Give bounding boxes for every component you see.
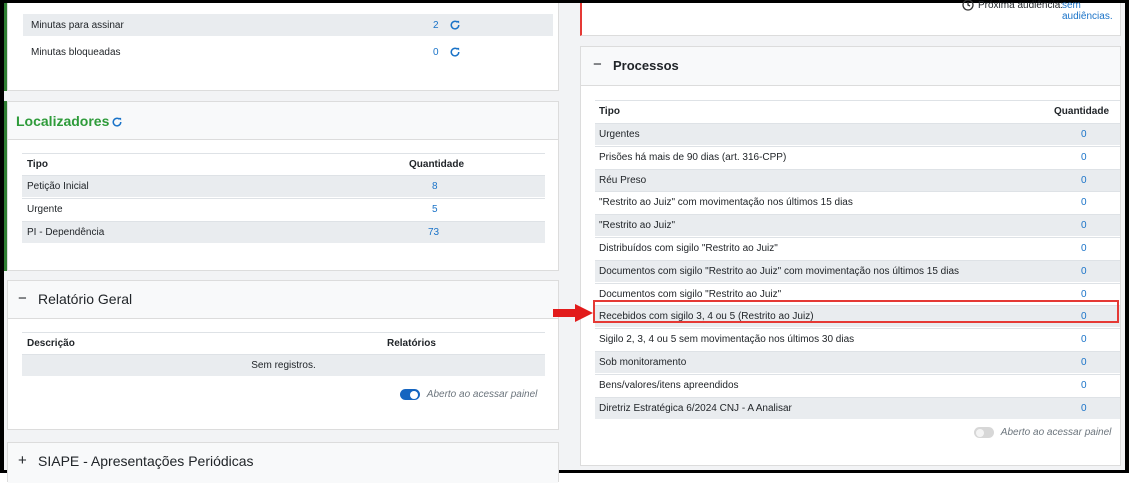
row-qtd[interactable]: 0 bbox=[1081, 289, 1087, 300]
row-qtd[interactable]: 0 bbox=[1081, 243, 1087, 254]
row-tipo: Urgente bbox=[27, 204, 63, 215]
table-row[interactable]: Bens/valores/itens apreendidos 0 bbox=[595, 373, 1120, 396]
col-quantidade: Quantidade bbox=[409, 159, 465, 170]
row-tipo: Documentos com sigilo "Restrito ao Juiz"… bbox=[599, 265, 960, 277]
collapse-icon[interactable]: − bbox=[593, 56, 602, 73]
table-row[interactable]: Urgentes 0 bbox=[595, 123, 1120, 145]
relatorio-title[interactable]: Relatório Geral bbox=[38, 291, 132, 307]
empty-row: Sem registros. bbox=[22, 354, 545, 376]
row-tipo: PI - Dependência bbox=[27, 227, 105, 238]
row-tipo: Diretriz Estratégica 6/2024 CNJ - A Anal… bbox=[599, 402, 792, 414]
row-qtd[interactable]: 0 bbox=[1081, 152, 1087, 163]
row-tipo: Sob monitoramento bbox=[599, 357, 687, 368]
siape-header[interactable]: + SIAPE - Apresentações Periódicas bbox=[8, 443, 558, 483]
table-row[interactable]: Sob monitoramento 0 bbox=[595, 351, 1120, 373]
row-tipo: Documentos com sigilo "Restrito ao Juiz" bbox=[599, 288, 782, 300]
minutas-card: Minutas para assinar 2 Minutas bloqueada… bbox=[7, 3, 559, 91]
row-tipo: Réu Preso bbox=[599, 174, 647, 186]
aberto-label: Aberto ao acessar painel bbox=[426, 389, 538, 401]
siape-card: + SIAPE - Apresentações Periódicas bbox=[7, 442, 559, 483]
localizadores-title[interactable]: Localizadores bbox=[16, 113, 109, 129]
table-row[interactable]: Urgente 5 bbox=[22, 198, 545, 220]
col-descricao: Descrição bbox=[27, 338, 75, 349]
toggle-switch[interactable] bbox=[974, 427, 994, 438]
refresh-icon[interactable] bbox=[449, 46, 461, 58]
siape-title[interactable]: SIAPE - Apresentações Periódicas bbox=[38, 453, 254, 469]
processos-table-header: Tipo Quantidade bbox=[595, 100, 1120, 122]
minutas-row-assinar[interactable]: Minutas para assinar 2 bbox=[23, 14, 553, 36]
row-qtd[interactable]: 0 bbox=[1081, 175, 1087, 186]
row-tipo: Petição Inicial bbox=[27, 181, 89, 192]
table-row[interactable]: Documentos com sigilo "Restrito ao Juiz"… bbox=[595, 259, 1120, 282]
minutas-label: Minutas bloqueadas bbox=[31, 46, 121, 58]
row-qtd[interactable]: 0 bbox=[1081, 357, 1087, 368]
row-qtd[interactable]: 0 bbox=[1081, 220, 1087, 231]
table-row[interactable]: Sigilo 2, 3, 4 ou 5 sem movimentação nos… bbox=[595, 328, 1120, 350]
row-tipo: "Restrito ao Juiz" bbox=[599, 220, 676, 232]
arrow-right-icon bbox=[553, 304, 593, 322]
aberto-toggle-row[interactable]: Aberto ao acessar painel bbox=[400, 389, 550, 403]
table-row[interactable]: Réu Preso 0 bbox=[595, 168, 1120, 191]
row-qtd[interactable]: 0 bbox=[1081, 266, 1087, 277]
localizadores-table-header: Tipo Quantidade bbox=[22, 153, 545, 175]
row-tipo: Prisões há mais de 90 dias (art. 316-CPP… bbox=[599, 151, 787, 163]
row-qtd[interactable]: 0 bbox=[1081, 403, 1087, 414]
minutas-row-bloqueadas[interactable]: Minutas bloqueadas 0 bbox=[23, 41, 553, 63]
row-qtd[interactable]: 73 bbox=[428, 227, 439, 238]
minutas-accent bbox=[4, 3, 7, 91]
audiencia-value[interactable]: sem audiências. bbox=[1062, 0, 1120, 22]
minutas-label: Minutas para assinar bbox=[31, 19, 124, 31]
col-tipo: Tipo bbox=[599, 106, 620, 117]
row-qtd[interactable]: 0 bbox=[1081, 197, 1087, 208]
processos-card: − Processos Tipo Quantidade Urgentes 0 Pri… bbox=[580, 46, 1121, 466]
row-qtd[interactable]: 0 bbox=[1081, 380, 1087, 391]
refresh-icon[interactable] bbox=[111, 116, 123, 128]
expand-icon[interactable]: + bbox=[18, 452, 27, 469]
row-qtd[interactable]: 8 bbox=[432, 181, 438, 192]
relatorio-card: − Relatório Geral Descrição Relatórios S… bbox=[7, 280, 559, 430]
aberto-label: Aberto ao acessar painel bbox=[1000, 427, 1112, 439]
minutas-count[interactable]: 0 bbox=[433, 47, 439, 58]
row-tipo: "Restrito ao Juiz" com movimentação nos … bbox=[599, 197, 853, 209]
refresh-icon[interactable] bbox=[449, 19, 461, 31]
relatorio-table-header: Descrição Relatórios bbox=[22, 332, 545, 354]
toggle-switch[interactable] bbox=[400, 389, 420, 400]
row-qtd[interactable]: 0 bbox=[1081, 129, 1087, 140]
localizadores-card: Localizadores Tipo Quantidade Petição In… bbox=[7, 101, 559, 271]
aberto-toggle-row[interactable]: Aberto ao acessar painel bbox=[974, 427, 1124, 441]
processos-header[interactable]: − Processos bbox=[581, 47, 1120, 86]
table-row[interactable]: Petição Inicial 8 bbox=[22, 175, 545, 197]
row-tipo: Bens/valores/itens apreendidos bbox=[599, 379, 739, 391]
highlight-box bbox=[593, 300, 1119, 323]
col-tipo: Tipo bbox=[27, 159, 48, 170]
table-row[interactable]: "Restrito ao Juiz" com movimentação nos … bbox=[595, 191, 1120, 213]
table-row[interactable]: PI - Dependência 73 bbox=[22, 221, 545, 243]
table-row[interactable]: Diretriz Estratégica 6/2024 CNJ - A Anal… bbox=[595, 396, 1120, 419]
localizadores-accent bbox=[4, 101, 7, 271]
relatorio-header[interactable]: − Relatório Geral bbox=[8, 281, 558, 319]
audiencia-card: Próxima audiência: sem audiências. bbox=[580, 0, 1121, 36]
col-quantidade: Quantidade bbox=[1054, 106, 1110, 117]
clock-icon bbox=[962, 0, 974, 11]
row-qtd[interactable]: 5 bbox=[432, 204, 438, 215]
table-row[interactable]: "Restrito ao Juiz" 0 bbox=[595, 214, 1120, 237]
row-qtd[interactable]: 0 bbox=[1081, 334, 1087, 345]
minutas-count[interactable]: 2 bbox=[433, 20, 439, 31]
empty-message: Sem registros. bbox=[251, 360, 316, 371]
col-relatorios: Relatórios bbox=[387, 338, 436, 349]
row-tipo: Distribuídos com sigilo "Restrito ao Jui… bbox=[599, 243, 778, 254]
row-tipo: Urgentes bbox=[599, 129, 640, 140]
row-tipo: Sigilo 2, 3, 4 ou 5 sem movimentação nos… bbox=[599, 334, 855, 346]
audiencia-label: Próxima audiência: bbox=[978, 0, 1064, 11]
collapse-icon[interactable]: − bbox=[18, 290, 27, 307]
localizadores-header: Localizadores bbox=[8, 102, 558, 140]
processos-title[interactable]: Processos bbox=[613, 58, 679, 73]
table-row[interactable]: Prisões há mais de 90 dias (art. 316-CPP… bbox=[595, 145, 1120, 168]
table-row[interactable]: Distribuídos com sigilo "Restrito ao Jui… bbox=[595, 237, 1120, 259]
